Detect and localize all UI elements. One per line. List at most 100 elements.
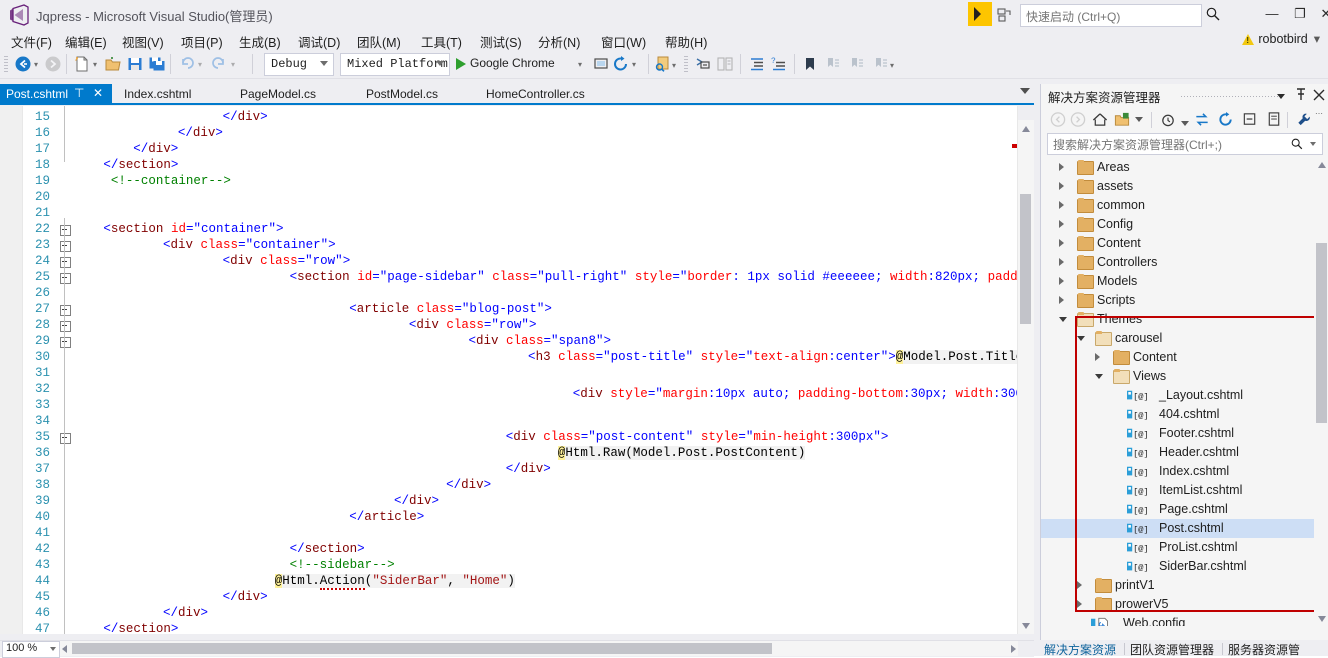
tree-item-themes[interactable]: Themes (1041, 310, 1328, 329)
se-toolbar-overflow-icon[interactable]: ⋯ (1315, 110, 1323, 118)
se-scroll-down-icon[interactable] (1318, 616, 1326, 622)
tree-item-post-cshtml[interactable]: [@] Post.cshtml (1041, 519, 1328, 538)
fold-toggle[interactable] (60, 433, 71, 444)
code-line[interactable]: </section> (290, 542, 365, 556)
maximize-button[interactable]: ❐ (1286, 0, 1314, 28)
tree-item-page-cshtml[interactable]: [@] Page.cshtml (1041, 500, 1328, 519)
fold-toggle[interactable] (60, 257, 71, 268)
expander-collapsed-icon[interactable] (1077, 581, 1086, 590)
tree-item-404-cshtml[interactable]: [@] 404.cshtml (1041, 405, 1328, 424)
expander-collapsed-icon[interactable] (1059, 277, 1068, 286)
fold-toggle[interactable] (60, 273, 71, 284)
code-line[interactable]: <div class="span8"> (468, 334, 611, 348)
home-icon[interactable] (1091, 111, 1109, 128)
account-menu[interactable]: robotbird ▾ (1242, 31, 1320, 46)
hscrollbar-thumb[interactable] (72, 643, 772, 654)
code-line[interactable]: <!--sidebar--> (290, 558, 395, 572)
tree-item-content[interactable]: Content (1041, 234, 1328, 253)
feedback-icon[interactable] (968, 2, 992, 26)
tree-item-footer-cshtml[interactable]: [@] Footer.cshtml (1041, 424, 1328, 443)
tree-item-carousel[interactable]: carousel (1041, 329, 1328, 348)
tree-item-itemlist-cshtml[interactable]: [@] ItemList.cshtml (1041, 481, 1328, 500)
show-all-files-caret-icon[interactable] (1135, 117, 1143, 122)
run-target-caret[interactable]: ▾ (578, 61, 585, 69)
tree-item-controllers[interactable]: Controllers (1041, 253, 1328, 272)
expander-collapsed-icon[interactable] (1077, 600, 1086, 609)
code-line[interactable]: <section id="container"> (103, 222, 283, 236)
code-line[interactable]: @Html.Raw(Model.Post.PostContent) (557, 446, 806, 460)
back-dropdown-caret[interactable]: ▾ (34, 61, 41, 69)
code-line[interactable]: </div> (506, 462, 551, 476)
code-line[interactable]: <article class="blog-post"> (349, 302, 552, 316)
show-all-files-icon[interactable] (1113, 111, 1131, 128)
expander-collapsed-icon[interactable] (1095, 353, 1104, 362)
navigate-back-icon[interactable] (14, 55, 32, 73)
expander-expanded-icon[interactable] (1059, 315, 1068, 324)
editor-vertical-scrollbar[interactable] (1017, 106, 1034, 634)
panel-menu-chevron-icon[interactable] (1273, 87, 1289, 103)
wrench-icon[interactable] (1295, 111, 1313, 128)
expander-collapsed-icon[interactable] (1059, 296, 1068, 305)
zoom-level-combo[interactable]: 100 % (2, 641, 60, 658)
expander-collapsed-icon[interactable] (1059, 220, 1068, 229)
sync-with-active-doc-icon[interactable] (1193, 111, 1211, 128)
code-line[interactable]: </div> (223, 110, 268, 124)
solution-configuration-combo[interactable]: Debug (264, 53, 334, 76)
quick-launch-input[interactable]: 快速启动 (Ctrl+Q) (1020, 4, 1202, 27)
open-file-icon[interactable] (104, 55, 122, 73)
code-line[interactable]: @Html.Action("SiderBar", "Home") (274, 574, 515, 590)
expander-collapsed-icon[interactable] (1059, 201, 1068, 210)
tree-item-prolist-cshtml[interactable]: [@] ProList.cshtml (1041, 538, 1328, 557)
tree-item-prowerv5[interactable]: prowerV5 (1041, 595, 1328, 614)
chevron-down-icon[interactable] (320, 61, 328, 66)
se-bottom-tab-0[interactable]: 解决方案资源 (1044, 641, 1116, 656)
code-line[interactable]: <div style="margin:10px auto; padding-bo… (573, 382, 1034, 401)
tree-item-scripts[interactable]: Scripts (1041, 291, 1328, 310)
code-line[interactable]: </section> (103, 622, 178, 634)
uncomment-icon[interactable]: ? (770, 55, 788, 73)
chevron-down-icon-2[interactable] (436, 61, 444, 66)
tree-item-content[interactable]: Content (1041, 348, 1328, 367)
expander-expanded-icon[interactable] (1095, 372, 1104, 381)
expander-collapsed-icon[interactable] (1059, 182, 1068, 191)
solution-explorer-tree[interactable]: Areas assets common Config Content Controller… (1041, 158, 1328, 626)
scroll-up-arrow-icon[interactable] (1022, 126, 1030, 132)
scrollbar-thumb[interactable] (1020, 194, 1031, 324)
fold-toggle[interactable] (60, 321, 71, 332)
code-line[interactable]: <section id="page-sidebar" class="pull-r… (290, 270, 1034, 284)
fold-toggle[interactable] (60, 305, 71, 316)
search-icon[interactable] (1205, 6, 1221, 22)
expander-collapsed-icon[interactable] (1059, 239, 1068, 248)
pin-icon[interactable] (1293, 87, 1309, 103)
bookmark-icon[interactable] (801, 55, 819, 73)
tree-item-areas[interactable]: Areas (1041, 158, 1328, 177)
tree-item-config[interactable]: Config (1041, 215, 1328, 234)
tree-item-web-config[interactable]: Web.config (1041, 614, 1328, 626)
find-in-files-icon[interactable] (654, 55, 672, 73)
code-line[interactable]: <div class="post-content" style="min-hei… (506, 430, 889, 444)
editor-splitter-handle[interactable] (1018, 106, 1034, 120)
tree-item-common[interactable]: common (1041, 196, 1328, 215)
close-icon[interactable] (1311, 87, 1327, 103)
new-item-icon[interactable] (73, 55, 91, 73)
search-icon-2[interactable] (1290, 137, 1304, 151)
send-feedback-icon[interactable] (996, 6, 1014, 24)
zoom-chevron-icon[interactable] (50, 647, 56, 651)
tree-item-models[interactable]: Models (1041, 272, 1328, 291)
attach-process-icon[interactable] (592, 55, 610, 73)
editor-tab-4[interactable]: HomeController.cs (480, 84, 620, 104)
save-all-icon[interactable] (148, 55, 166, 73)
code-line[interactable]: </div> (133, 142, 178, 156)
solution-platform-combo[interactable]: Mixed Platform (340, 53, 450, 76)
close-tab-icon[interactable]: ✕ (93, 86, 103, 100)
find-overflow-caret[interactable]: ▾ (672, 62, 679, 70)
se-scroll-up-icon[interactable] (1318, 162, 1326, 168)
editor-tab-1[interactable]: Index.cshtml (118, 84, 226, 104)
toolbar-grip-2[interactable] (684, 56, 688, 72)
toolbar-grip[interactable] (4, 56, 8, 72)
code-line[interactable]: </div> (223, 590, 268, 604)
expander-collapsed-icon[interactable] (1059, 258, 1068, 267)
solution-explorer-scrollbar[interactable] (1314, 158, 1328, 626)
pending-changes-icon[interactable] (1159, 111, 1177, 128)
editor-tab-0[interactable]: Post.cshtml ⊤ ✕ (0, 84, 112, 104)
